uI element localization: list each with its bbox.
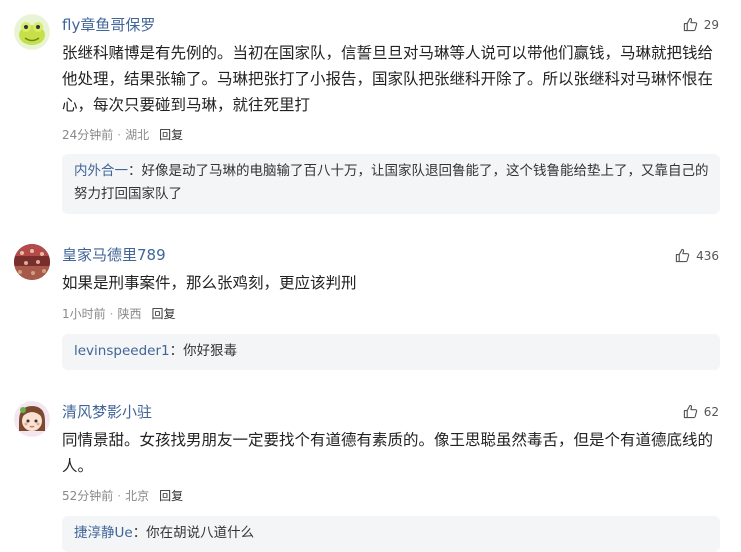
like-count: 29 bbox=[703, 17, 719, 32]
comment-text: 张继科赌博是有先例的。当初在国家队，信誓旦旦对马琳等人说可以带他们赢钱，马琳就把… bbox=[62, 44, 714, 114]
sub-reply[interactable]: 内外合一：好像是动了马琳的电脑输了百八十万，让国家队退回鲁能了，这个钱鲁能给垫上… bbox=[62, 154, 720, 214]
comment-text: 如果是刑事案件，那么张鸡刻，更应该判刑 bbox=[62, 274, 357, 292]
reply-button[interactable]: 回复 bbox=[159, 128, 183, 142]
comment-item: 皇家马德里789 436 如果是刑事案件，那么张鸡刻，更应该判刑 1小时前 · 陕西… bbox=[0, 232, 741, 382]
like-count: 436 bbox=[696, 248, 719, 263]
like-count: 62 bbox=[703, 404, 719, 419]
like-button[interactable]: 62 bbox=[683, 404, 719, 419]
comment-location: 湖北 bbox=[125, 128, 150, 142]
sub-reply[interactable]: levinspeeder1：你好狠毒 bbox=[62, 334, 720, 370]
comment-meta: 52分钟前 · 北京 回复 bbox=[62, 489, 184, 503]
sub-reply-username[interactable]: levinspeeder1 bbox=[74, 343, 170, 359]
frog-avatar-icon bbox=[14, 14, 50, 50]
reply-button[interactable]: 回复 bbox=[159, 489, 183, 503]
girl-cartoon-avatar-icon bbox=[14, 401, 50, 437]
sub-reply[interactable]: 捷淳静Ue：你在胡说八道什么 bbox=[62, 516, 720, 552]
sub-reply-text: ：你好狠毒 bbox=[169, 343, 238, 359]
username[interactable]: 皇家马德里789 bbox=[62, 244, 166, 265]
like-button[interactable]: 29 bbox=[683, 17, 719, 32]
comment-location: 北京 bbox=[125, 489, 150, 503]
avatar[interactable] bbox=[14, 244, 50, 280]
username[interactable]: fly章鱼哥保罗 bbox=[62, 14, 155, 35]
thumbs-up-icon bbox=[683, 404, 697, 419]
crowd-photo-avatar-icon bbox=[14, 244, 50, 280]
comment-item: 清风梦影小驻 62 同情景甜。女孩找男朋友一定要找个有道德有素质的。像王思聪虽然… bbox=[0, 390, 741, 552]
thumbs-up-icon bbox=[675, 248, 690, 263]
sub-reply-username[interactable]: 捷淳静Ue bbox=[74, 525, 133, 541]
sub-reply-text: ：好像是动了马琳的电脑输了百八十万，让国家队退回鲁能了，这个钱鲁能给垫上了，又靠… bbox=[74, 163, 709, 202]
comment-location: 陕西 bbox=[117, 307, 142, 321]
comment-meta: 1小时前 · 陕西 回复 bbox=[62, 307, 176, 321]
username[interactable]: 清风梦影小驻 bbox=[62, 401, 152, 422]
like-button[interactable]: 436 bbox=[675, 248, 719, 263]
thumbs-up-icon bbox=[683, 17, 697, 32]
comment-meta: 24分钟前 · 湖北 回复 bbox=[62, 128, 184, 142]
avatar[interactable] bbox=[14, 14, 50, 50]
comment-text: 同情景甜。女孩找男朋友一定要找个有道德有素质的。像王思聪虽然毒舌，但是个有道德底… bbox=[62, 431, 714, 475]
comment-item: fly章鱼哥保罗 29 张继科赌博是有先例的。当初在国家队，信誓旦旦对马琳等人说… bbox=[0, 0, 741, 225]
sub-reply-username[interactable]: 内外合一 bbox=[74, 163, 128, 179]
sub-reply-text: ：你在胡说八道什么 bbox=[132, 525, 255, 541]
comment-time: 1小时前 bbox=[62, 307, 106, 321]
comment-time: 24分钟前 bbox=[62, 128, 114, 142]
comment-time: 52分钟前 bbox=[62, 489, 114, 503]
reply-button[interactable]: 回复 bbox=[151, 307, 175, 321]
avatar[interactable] bbox=[14, 401, 50, 437]
